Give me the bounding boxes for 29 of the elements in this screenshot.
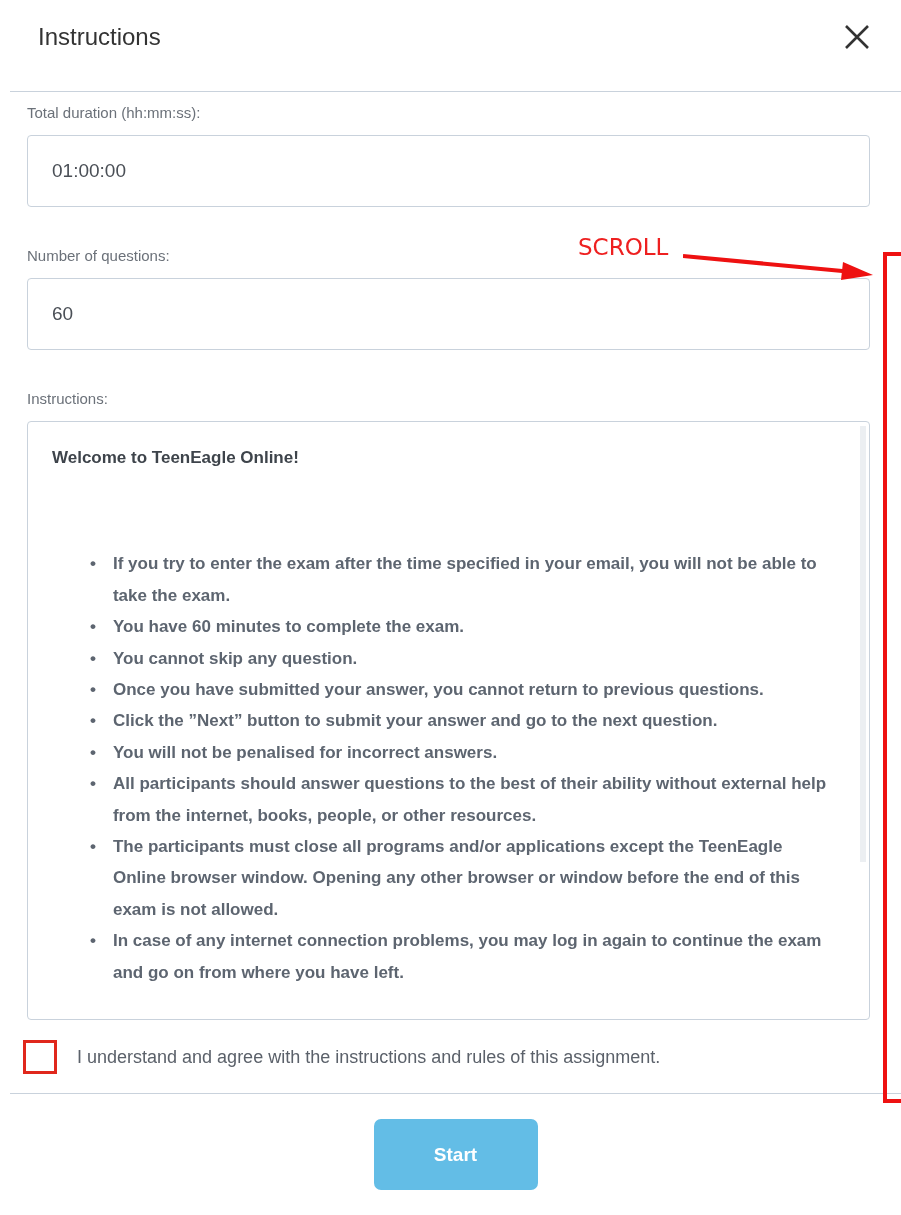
input-field[interactable]: 60 — [27, 278, 870, 350]
annotation-label: SCROLL — [578, 234, 669, 260]
input-field[interactable]: 01:00:00 — [27, 135, 870, 207]
field-label: Number of questions: — [27, 247, 170, 264]
close-button[interactable] — [843, 23, 871, 51]
instruction-item: Once you have submitted your answer, you cannot return to previous questions. — [112, 679, 764, 702]
instruction-item: You will not be penalised for incorrect answers. — [112, 741, 498, 764]
instructions-heading: Welcome to TeenEagle Online! — [52, 447, 300, 469]
bullet-mark: • — [90, 616, 96, 639]
bullet-mark: • — [90, 773, 96, 796]
instruction-item: In case of any internet connection problems, you may log in again to continue the exam and go on from where you have left. — [112, 930, 823, 984]
dialog-title: Instructions — [38, 23, 161, 51]
bullet-mark: • — [90, 679, 96, 702]
bullet-mark: • — [90, 930, 96, 953]
bullet-mark: • — [90, 741, 96, 764]
bullet-mark: • — [90, 553, 96, 576]
bullet-mark: • — [90, 710, 96, 733]
bullet-mark: • — [90, 647, 96, 670]
instruction-item: The participants must close all programs and/or applications except the TeenEagle Online browser window. Opening any other browser or window before the end of this exam is not allowed. — [112, 836, 801, 921]
bullet-mark: • — [90, 836, 96, 859]
instruction-item: Click the ”Next” button to submit your answer and go to the next question. — [112, 710, 718, 733]
field-label: Total duration (hh:mm:ss): — [27, 104, 201, 121]
instruction-item: You have 60 minutes to complete the exam. — [112, 616, 465, 639]
instruction-item: You cannot skip any question. — [112, 647, 358, 670]
field-label: Instructions: — [27, 390, 108, 407]
instruction-item: All participants should answer questions to the best of their ability without external help from the internet, books, people, or other resources. — [112, 773, 828, 827]
instruction-item: If you try to enter the exam after the time specified in your email, you will not be able to take the exam. — [112, 553, 818, 607]
agree-checkbox[interactable] — [23, 1040, 57, 1074]
agreement-label: I understand and agree with the instructions and rules of this assignment. — [77, 1046, 661, 1068]
